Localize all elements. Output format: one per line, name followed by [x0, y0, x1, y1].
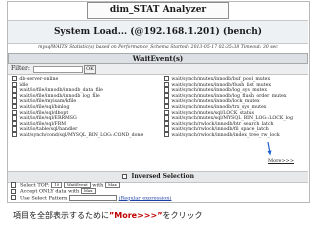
caption-highlight: ”More>>>”	[109, 211, 163, 220]
arrow-icon	[267, 142, 272, 156]
waitevent-checkbox[interactable]	[12, 126, 18, 132]
select-top-checkbox[interactable]	[11, 182, 17, 188]
regex-label: (Regular expression)	[118, 195, 172, 202]
max-select[interactable]: Max	[104, 182, 120, 188]
system-load-header: System Load... (@192.168.1.201) (bench)	[8, 20, 308, 44]
waitevent-label: wait/synch/cond/sql/MYSQL_BIN_LOG::COND_…	[19, 133, 144, 138]
waitevent-checkbox[interactable]	[12, 109, 18, 115]
filter-input[interactable]	[33, 66, 83, 73]
pattern-input[interactable]	[68, 194, 117, 201]
inversed-selection-checkbox[interactable]	[122, 173, 128, 180]
waitevent-item[interactable]: wait/synch/cond/sql/MYSQL_BIN_LOG::COND_…	[12, 131, 152, 138]
waitevent-label: wait/io/file/sql/binlog	[19, 105, 70, 110]
waitevent-column-right: wait/synch/mutex/innodb/buf_pool_mutexwa…	[164, 76, 304, 138]
waitevent-checkbox[interactable]	[12, 76, 18, 82]
filter-row: Filter: OK	[8, 64, 308, 75]
filter-label: Filter:	[11, 65, 30, 72]
waitevent-checkbox[interactable]	[164, 76, 170, 82]
inversed-selection-label: Inversed Selection	[131, 173, 194, 180]
caption-prefix: 項目を全部表示するために	[13, 211, 109, 220]
accept-value-select[interactable]: Max	[80, 188, 96, 195]
instruction-caption: 項目を全部表示するために”More>>>”をクリック	[13, 211, 202, 221]
waitevent-checkbox[interactable]	[12, 92, 18, 99]
pattern-row: Use Select Pattern (Regular expression)	[8, 194, 308, 202]
waitevent-label: wait/synch/rwlock/innodb/index_tree_rw_l…	[171, 133, 280, 138]
app-title-bar: dim_STAT Analyzer	[8, 2, 308, 19]
waitevent-checkbox[interactable]	[164, 126, 170, 132]
waitevent-checkbox[interactable]	[164, 92, 170, 99]
waitevents-section-title: WaitEvent(s)	[8, 53, 308, 64]
waitevent-checkbox[interactable]	[164, 120, 170, 127]
waitevent-checkbox[interactable]	[164, 115, 170, 121]
waitevent-checkbox[interactable]	[164, 131, 170, 138]
waitevent-checkbox[interactable]	[164, 103, 170, 110]
accept-checkbox[interactable]	[11, 188, 17, 194]
waitevent-list: db-server-online idle wait/io/file/innodb/…	[8, 75, 308, 170]
waitevent-label: wait/synch/mutex/innodb/trx_sys_mutex	[171, 105, 267, 110]
waitevent-checkbox[interactable]	[12, 120, 18, 127]
subtitle-line: mysqlWAITS Statistic(s) based on Perform…	[38, 45, 278, 50]
top-metric-select[interactable]: WaitEvent	[63, 182, 91, 188]
waitevent-checkbox[interactable]	[164, 98, 170, 104]
waitevent-checkbox[interactable]	[12, 131, 18, 138]
use-pattern-checkbox[interactable]	[11, 194, 17, 201]
waitevent-label: db-server-online	[19, 77, 59, 82]
waitevent-item[interactable]: wait/synch/rwlock/innodb/index_tree_rw_l…	[164, 131, 304, 138]
more-link[interactable]: More>>>	[268, 158, 294, 164]
waitevent-checkbox[interactable]	[12, 81, 18, 87]
top-count-select[interactable]: 10	[51, 182, 63, 188]
waitevent-checkbox[interactable]	[164, 87, 170, 93]
waitevent-checkbox[interactable]	[12, 98, 18, 104]
waitevent-column-left: db-server-online idle wait/io/file/innodb/…	[12, 76, 152, 138]
waitevent-checkbox[interactable]	[164, 109, 170, 115]
waitevent-checkbox[interactable]	[12, 103, 18, 110]
selection-options: Select TOP: 10 WaitEvent with Max Accept…	[8, 182, 308, 202]
waitevent-checkbox[interactable]	[12, 87, 18, 93]
waitevent-checkbox[interactable]	[12, 115, 18, 121]
filter-ok-button[interactable]: OK	[84, 65, 96, 74]
caption-suffix: をクリック	[162, 211, 203, 220]
waitevent-label: wait/synch/mutex/innodb/buf_pool_mutex	[171, 77, 271, 82]
waitevent-item[interactable]: wait/synch/mutex/sql/MYSQL_BIN_LOG::LOCK…	[164, 115, 304, 121]
waitevent-checkbox[interactable]	[164, 81, 170, 87]
use-pattern-label: Use Select Pattern	[19, 195, 68, 202]
app-title: dim_STAT Analyzer	[86, 2, 230, 19]
